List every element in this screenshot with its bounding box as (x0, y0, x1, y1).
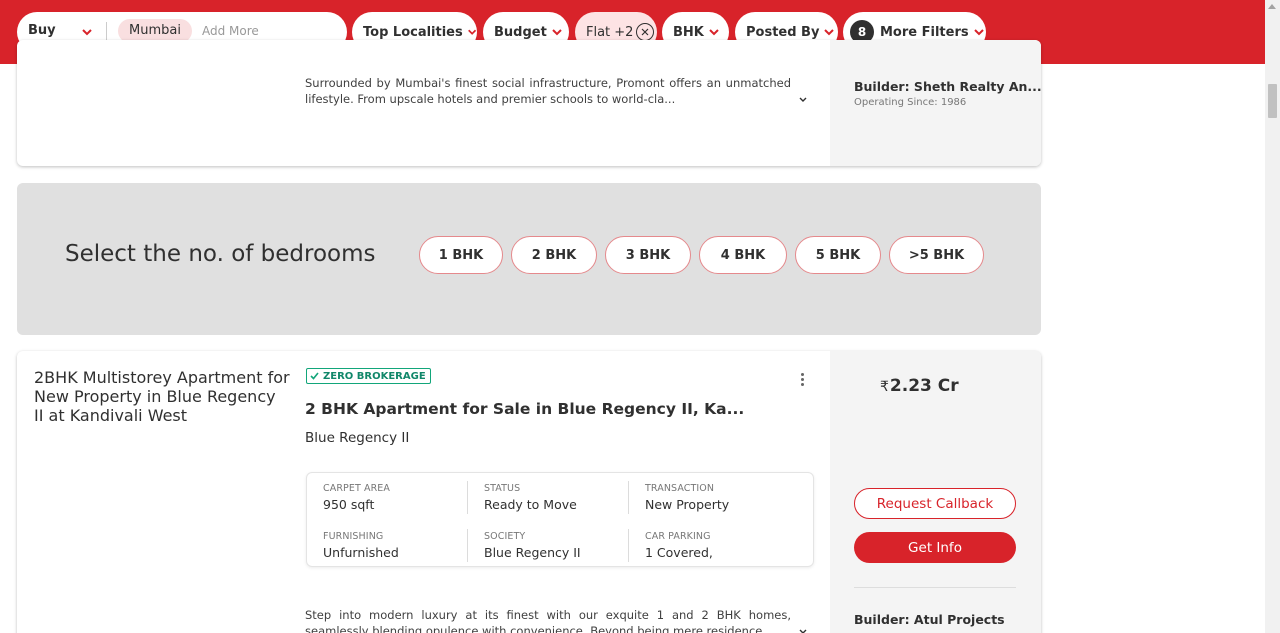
listing-title[interactable]: 2 BHK Apartment for Sale in Blue Regency… (305, 400, 744, 418)
divider (628, 481, 629, 514)
chevron-down-icon (709, 29, 719, 36)
bhk-label: BHK (673, 24, 704, 40)
bhk-option-2[interactable]: 2 BHK (511, 236, 597, 274)
request-callback-button[interactable]: Request Callback (854, 488, 1016, 519)
listing-price: ₹2.23 Cr (880, 376, 959, 396)
spec-label: FURNISHING (323, 531, 384, 542)
bedroom-selector-title: Select the no. of bedrooms (65, 241, 376, 267)
listing-description: Step into modern luxury at its finest wi… (305, 608, 791, 633)
chevron-down-icon (824, 29, 835, 36)
add-more-input[interactable]: Add More (202, 24, 259, 38)
scrollbar-thumb[interactable] (1268, 84, 1277, 118)
expand-chevron-icon[interactable] (798, 95, 808, 105)
spec-value: Ready to Move (484, 497, 577, 512)
listing-description: Surrounded by Mumbai's finest social inf… (305, 76, 791, 106)
property-type-label: Flat +2 (586, 24, 634, 40)
spec-label: STATUS (484, 483, 521, 494)
chevron-down-icon (552, 29, 562, 36)
society-name[interactable]: Blue Regency II (305, 430, 409, 446)
spec-label: TRANSACTION (645, 483, 715, 494)
property-specs: CARPET AREA 950 sqft STATUS Ready to Mov… (306, 472, 814, 567)
bhk-option-4[interactable]: 4 BHK (699, 236, 787, 274)
scroll-up-arrow-icon[interactable] (1268, 4, 1276, 9)
divider (467, 481, 468, 514)
rupee-icon: ₹ (880, 379, 889, 395)
divider (854, 587, 1016, 588)
spec-society: SOCIETY Blue Regency II (484, 531, 634, 560)
listing-card-previous[interactable]: Surrounded by Mumbai's finest social inf… (17, 40, 1041, 166)
spec-label: SOCIETY (484, 531, 526, 542)
chevron-down-icon (973, 29, 984, 36)
spec-value: 950 sqft (323, 497, 375, 512)
more-options-icon[interactable] (799, 373, 805, 389)
spec-furnishing: FURNISHING Unfurnished (323, 531, 473, 560)
builder-name[interactable]: Builder: Sheth Realty An... (854, 79, 1041, 94)
divider (106, 22, 107, 42)
spec-value: Unfurnished (323, 545, 399, 560)
more-filters-label: More Filters (880, 24, 969, 40)
clear-icon[interactable] (636, 23, 655, 41)
zero-brokerage-badge: ZERO BROKERAGE (306, 368, 431, 384)
budget-label: Budget (494, 24, 547, 40)
bhk-option-1[interactable]: 1 BHK (419, 236, 503, 274)
divider (628, 529, 629, 562)
property-image[interactable]: 2BHK Multistorey Apartment for New Prope… (34, 368, 290, 425)
get-info-button[interactable]: Get Info (854, 532, 1016, 563)
bhk-option-more-than-5[interactable]: >5 BHK (889, 236, 984, 274)
check-icon (310, 372, 319, 380)
spec-carpet-area: CARPET AREA 950 sqft (323, 483, 473, 512)
spec-status: STATUS Ready to Move (484, 483, 634, 512)
spec-value: 1 Covered, (645, 545, 713, 560)
top-localities-label: Top Localities (363, 24, 463, 40)
spec-car-parking: CAR PARKING 1 Covered, (645, 531, 795, 560)
spec-value: New Property (645, 497, 730, 512)
operating-since: Operating Since: 1986 (854, 97, 967, 108)
buy-dropdown[interactable]: Buy (28, 23, 56, 38)
builder-name[interactable]: Builder: Atul Projects (854, 612, 1005, 627)
chevron-down-icon (467, 29, 476, 35)
price-value: 2.23 Cr (889, 376, 959, 396)
spec-label: CAR PARKING (645, 531, 711, 542)
bhk-option-5[interactable]: 5 BHK (795, 236, 881, 274)
bedroom-selector: Select the no. of bedrooms 1 BHK 2 BHK 3… (17, 183, 1041, 335)
spec-label: CARPET AREA (323, 483, 390, 494)
chevron-down-icon[interactable] (81, 26, 93, 38)
spec-value: Blue Regency II (484, 545, 581, 560)
expand-chevron-icon[interactable] (798, 627, 808, 633)
divider (467, 529, 468, 562)
listing-side-panel: Builder: Sheth Realty An... Operating Si… (830, 40, 1041, 166)
zero-brokerage-label: ZERO BROKERAGE (323, 370, 426, 382)
bhk-option-3[interactable]: 3 BHK (605, 236, 691, 274)
spec-transaction: TRANSACTION New Property (645, 483, 795, 512)
posted-by-label: Posted By (746, 24, 820, 40)
